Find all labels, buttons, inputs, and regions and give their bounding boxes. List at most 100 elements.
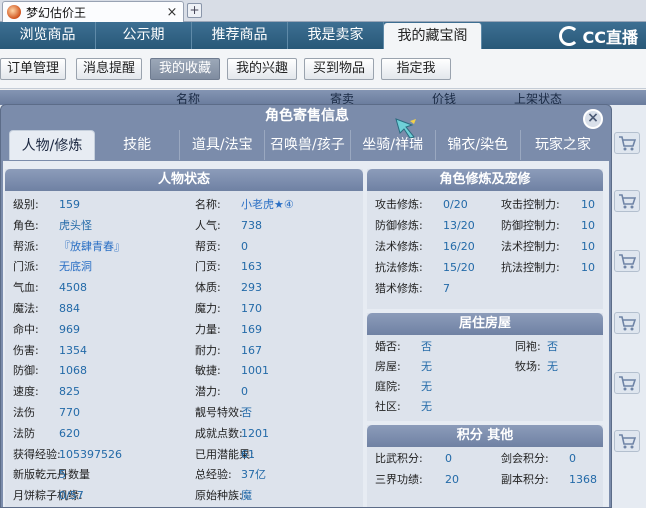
nav-seller[interactable]: 我是卖家 bbox=[288, 22, 384, 49]
modal-title: 角色寄售信息 bbox=[265, 108, 349, 124]
stat-value: 884 bbox=[59, 302, 80, 315]
character-sale-modal: 角色寄售信息 × 人物/修炼 技能 道具/法宝 召唤兽/孩子 坐骑/祥瑞 锦衣/… bbox=[0, 104, 612, 508]
modal-tabs: 人物/修炼 技能 道具/法宝 召唤兽/孩子 坐骑/祥瑞 锦衣/染色 玩家之家 bbox=[9, 130, 605, 160]
stat-value: 1201 bbox=[241, 426, 269, 440]
stat-value: 无 bbox=[421, 400, 432, 413]
main-nav: 浏览商品 公示期 推荐商品 我是卖家 我的藏宝阁 bbox=[0, 22, 646, 50]
character-status-title: 人物状态 bbox=[5, 169, 363, 191]
stat-label: 攻击修炼: bbox=[375, 198, 423, 211]
cc-logo[interactable]: CC直播 bbox=[558, 24, 638, 48]
stat-value: 无底洞 bbox=[59, 260, 92, 274]
tab-close-icon[interactable]: × bbox=[165, 5, 179, 20]
nav-recommend[interactable]: 推荐商品 bbox=[192, 22, 288, 49]
subnav-favorites[interactable]: 我的收藏 bbox=[150, 58, 220, 80]
stat-label: 法术修炼: bbox=[375, 240, 423, 253]
stat-label: 门贡: bbox=[195, 260, 221, 274]
stat-label: 角色: bbox=[13, 218, 39, 232]
stat-value: 1354 bbox=[59, 343, 87, 357]
stat-value: 10 bbox=[581, 219, 595, 232]
stat-value: 1068 bbox=[59, 364, 87, 378]
modal-close-icon[interactable]: × bbox=[583, 109, 603, 129]
cultivation-title: 角色修炼及宠修 bbox=[367, 169, 603, 191]
tab-home[interactable]: 玩家之家 bbox=[521, 130, 605, 160]
game-cursor-icon bbox=[395, 118, 416, 139]
stat-label: 成就点数: bbox=[195, 426, 243, 440]
nav-public[interactable]: 公示期 bbox=[96, 22, 192, 49]
stat-value: 否 bbox=[241, 406, 252, 419]
stat-value: 169 bbox=[241, 322, 262, 336]
nav-my-treasure[interactable]: 我的藏宝阁 bbox=[384, 23, 482, 50]
stat-label: 力量: bbox=[195, 322, 221, 336]
stat-label: 新版乾元丹数量 bbox=[13, 468, 90, 482]
tab-items[interactable]: 道具/法宝 bbox=[180, 130, 266, 160]
tab-skills[interactable]: 技能 bbox=[95, 130, 181, 160]
stat-label: 法防 bbox=[13, 426, 35, 440]
cart-button[interactable] bbox=[614, 132, 640, 154]
stat-label: 名称: bbox=[195, 198, 221, 211]
stat-value: 15/20 bbox=[443, 261, 475, 274]
stat-value: 770 bbox=[59, 406, 80, 419]
stat-label: 耐力: bbox=[195, 343, 221, 357]
cart-icon bbox=[619, 376, 636, 391]
stat-value: 159 bbox=[59, 198, 80, 211]
stat-label: 体质: bbox=[195, 281, 221, 295]
stat-label: 靓号特效: bbox=[195, 406, 243, 419]
stat-value: 『放肆青春』 bbox=[59, 239, 125, 253]
subnav-designated[interactable]: 指定我 bbox=[381, 58, 451, 80]
stat-value: 无 bbox=[421, 380, 432, 393]
stat-label: 气血: bbox=[13, 281, 39, 295]
stat-value: 小老虎★④ bbox=[241, 198, 294, 211]
subnav-messages[interactable]: 消息提醒 bbox=[76, 58, 142, 80]
subnav-interests[interactable]: 我的兴趣 bbox=[227, 58, 297, 80]
modal-body: 人物状态 级别: 159 角色: 虎头怪 帮派: 『放肆青春』 门派: 无底洞 气血: 4508 魔… bbox=[3, 161, 609, 507]
subnav-bought[interactable]: 买到物品 bbox=[304, 58, 374, 80]
stat-label: 牧场: bbox=[515, 360, 541, 373]
stat-label: 帮贡: bbox=[195, 239, 221, 253]
tab-character[interactable]: 人物/修炼 bbox=[9, 130, 95, 160]
stat-label: 三界功绩: bbox=[375, 473, 423, 486]
stat-value: 5 bbox=[59, 468, 66, 482]
browser-tab[interactable]: 梦幻估价王 × bbox=[2, 1, 184, 22]
cart-button[interactable] bbox=[614, 190, 640, 212]
stat-value: 20 bbox=[445, 473, 459, 486]
tab-pets[interactable]: 召唤兽/孩子 bbox=[265, 130, 351, 160]
stat-value: 105397526 bbox=[59, 447, 122, 461]
nav-browse[interactable]: 浏览商品 bbox=[0, 22, 96, 49]
points-title: 积分 其他 bbox=[367, 425, 603, 447]
stat-label: 防御: bbox=[13, 364, 39, 378]
cart-button[interactable] bbox=[614, 430, 640, 452]
tab-costumes[interactable]: 锦衣/染色 bbox=[436, 130, 521, 160]
stat-value: 0 bbox=[241, 239, 248, 253]
stat-value: 7 bbox=[443, 282, 450, 295]
stat-label: 防御修炼: bbox=[375, 219, 423, 232]
cc-logo-icon bbox=[558, 26, 579, 46]
stat-value: 163 bbox=[241, 260, 262, 274]
stat-value: 170 bbox=[241, 302, 262, 315]
stat-label: 魔力: bbox=[195, 302, 221, 315]
stat-value: 61 bbox=[241, 447, 255, 461]
stat-label: 社区: bbox=[375, 400, 401, 413]
stat-label: 剑会积分: bbox=[501, 452, 549, 465]
stat-label: 帮派: bbox=[13, 239, 39, 253]
housing-title: 居住房屋 bbox=[367, 313, 603, 335]
cart-icon bbox=[619, 254, 636, 269]
stat-value: 虎头怪 bbox=[59, 218, 92, 232]
stat-value: 0/57 bbox=[59, 489, 84, 503]
stat-value: 4508 bbox=[59, 281, 87, 295]
stat-value: 10 bbox=[581, 198, 595, 211]
cart-button[interactable] bbox=[614, 250, 640, 272]
stat-label: 庭院: bbox=[375, 380, 401, 393]
stat-value: 否 bbox=[421, 340, 432, 353]
cultivation-panel: 角色修炼及宠修 攻击修炼: 0/20 防御修炼: 13/20 法术修炼: 16/20 抗法修… bbox=[367, 169, 603, 309]
cart-button[interactable] bbox=[614, 372, 640, 394]
cart-button[interactable] bbox=[614, 312, 640, 334]
browser-tabbar: 梦幻估价王 × + bbox=[0, 0, 646, 22]
stat-label: 猎术修炼: bbox=[375, 282, 423, 295]
stat-label: 命中: bbox=[13, 322, 39, 336]
stat-value: 293 bbox=[241, 281, 262, 295]
stat-label: 比武积分: bbox=[375, 452, 423, 465]
stat-value: 37亿 bbox=[241, 468, 266, 482]
new-tab-button[interactable]: + bbox=[187, 3, 202, 18]
subnav-orders[interactable]: 订单管理 bbox=[0, 58, 66, 80]
stat-value: 16/20 bbox=[443, 240, 475, 253]
